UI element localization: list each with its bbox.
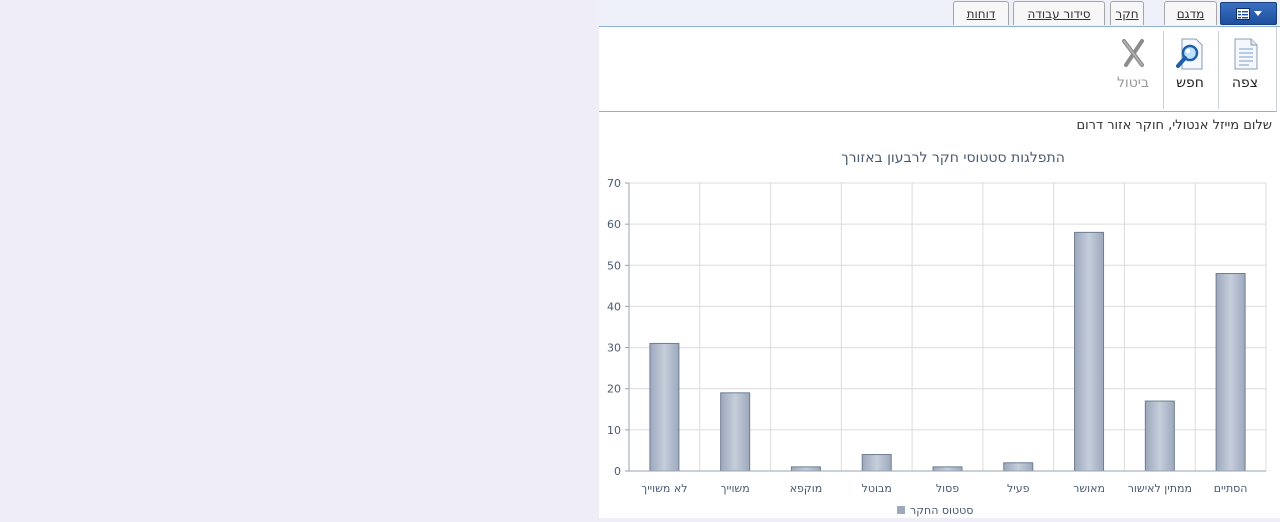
chevron-down-icon [1253,10,1262,16]
x-tick-label: מאושר [1073,482,1105,495]
legend-label: סטטוס החקר [910,504,973,517]
view-button[interactable]: צפה [1219,27,1271,111]
toolbar-separator [1218,31,1219,109]
chart-legend: סטטוס החקר [897,504,973,517]
status-chart: התפלגות סטטוסי חקר לרבעון באזורך 0 10 20 30… [599,140,1280,518]
search-button[interactable]: חפש [1164,27,1216,111]
tab-reports[interactable]: דוחות [953,1,1009,25]
x-tick-label: מוקפא [790,482,823,495]
tab-sample[interactable]: מדגם [1164,1,1217,25]
y-tick-label: 40 [607,300,621,313]
x-tick-label: פעיל [1007,482,1030,495]
x-tick-label: ממתין לאישור [1128,482,1192,495]
bar [932,466,963,472]
bar [720,392,751,472]
menu-list-icon [1235,7,1250,20]
document-view-icon [1234,38,1258,70]
y-tick-label: 20 [607,383,621,396]
toolbar-separator [1163,31,1164,109]
y-tick-label: 0 [614,465,621,478]
x-tick-label: הסתיים [1214,482,1248,495]
bar [649,342,680,472]
toolbar: צפה חפש ביטול [599,27,1277,112]
chart-title: התפלגות סטטוסי חקר לרבעון באזורך [841,150,1065,166]
y-tick-label: 50 [607,259,621,272]
bar [1215,273,1246,472]
cancel-button[interactable]: ביטול [1107,27,1159,111]
greeting-text: שלום מייזל אנטולי, חוקר אזור דרום [1076,118,1272,133]
bar-chart: התפלגות סטטוסי חקר לרבעון באזורך 0 10 20 30… [607,150,1267,517]
y-tick-label: 60 [607,218,621,231]
x-tick-label: פסול [936,482,959,495]
y-tick-label: 30 [607,342,621,355]
main-panel: דוחות סידור עבודה חקר מדגם צפה חפש ביטול… [599,0,1280,518]
bar [1074,231,1105,472]
tab-strip: דוחות סידור עבודה חקר מדגם [599,0,1280,27]
tab-work-schedule[interactable]: סידור עבודה [1013,1,1105,25]
bar [1144,400,1175,472]
chart-bars [649,231,1246,472]
app-menu-button[interactable] [1220,2,1277,25]
legend-swatch [897,506,905,514]
bar [790,466,821,472]
bar [1003,462,1034,472]
x-tick-label: לא משוייך [641,482,687,495]
search-icon [1176,38,1203,70]
tab-research[interactable]: חקר [1110,1,1144,25]
y-tick-label: 10 [607,424,621,437]
y-tick-label: 70 [607,177,621,190]
close-icon [1122,39,1144,67]
bar [861,454,892,472]
x-tick-label: משוייך [721,482,750,495]
x-tick-label: מבוטל [862,482,892,495]
